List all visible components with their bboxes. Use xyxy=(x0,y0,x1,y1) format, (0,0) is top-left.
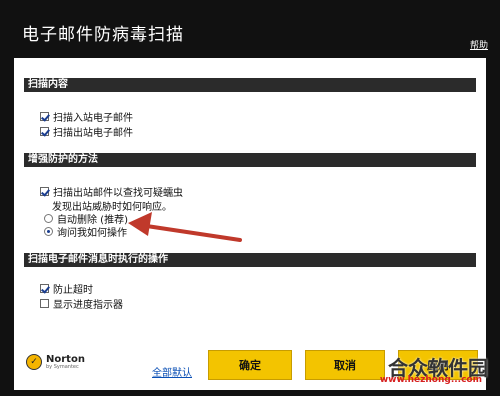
radio-icon[interactable] xyxy=(44,227,53,236)
logo-name: Norton xyxy=(46,353,85,365)
section-header-scan-actions: 扫描电子邮件消息时执行的操作 xyxy=(24,253,476,267)
checkbox-label: 防止超时 xyxy=(53,285,93,296)
checkbox-icon[interactable] xyxy=(40,127,49,136)
checkbox-label: 扫描出站电子邮件 xyxy=(53,128,133,139)
checkbox-label: 扫描出站邮件以查找可疑蠕虫 xyxy=(53,188,183,199)
ok-button[interactable]: 确定 xyxy=(208,350,292,380)
checkbox-show-progress[interactable]: 显示进度指示器 xyxy=(40,296,123,311)
checkbox-worm-scan[interactable]: 扫描出站邮件以查找可疑蠕虫 xyxy=(40,184,183,199)
cancel-button[interactable]: 取消 xyxy=(305,350,385,380)
checkbox-label: 扫描入站电子邮件 xyxy=(53,113,133,124)
radio-icon[interactable] xyxy=(44,214,53,223)
watermark-url: www.hezhong...com xyxy=(379,375,482,385)
checkmark-icon: ✓ xyxy=(26,354,42,370)
checkbox-label: 显示进度指示器 xyxy=(53,300,123,311)
checkbox-icon[interactable] xyxy=(40,299,49,308)
logo-subtitle: by Symantec xyxy=(46,363,79,370)
checkbox-icon[interactable] xyxy=(40,112,49,121)
dialog-title: 电子邮件防病毒扫描 xyxy=(22,25,184,45)
section-header-scan-content: 扫描内容 xyxy=(24,78,476,92)
norton-logo: ✓ Norton by Symantec xyxy=(26,354,85,370)
checkbox-prevent-timeout[interactable]: 防止超时 xyxy=(40,281,93,296)
help-link[interactable]: 帮助 xyxy=(470,38,488,51)
checkbox-scan-outbound[interactable]: 扫描出站电子邮件 xyxy=(40,124,133,139)
checkbox-scan-inbound[interactable]: 扫描入站电子邮件 xyxy=(40,109,133,124)
dialog-window: 电子邮件防病毒扫描 帮助 扫描内容 扫描入站电子邮件 扫描出站电子邮件 增强防护… xyxy=(0,0,500,396)
radio-label: 询问我如何操作 xyxy=(57,228,127,239)
section-header-enhanced-protection: 增强防护的方法 xyxy=(24,153,476,167)
restore-defaults-link[interactable]: 全部默认 xyxy=(152,364,192,379)
settings-panel: 扫描内容 扫描入站电子邮件 扫描出站电子邮件 增强防护的方法 扫描出站邮件以查找… xyxy=(14,58,486,390)
radio-ask-me[interactable]: 询问我如何操作 xyxy=(44,224,127,239)
checkbox-icon[interactable] xyxy=(40,187,49,196)
checkbox-icon[interactable] xyxy=(40,284,49,293)
